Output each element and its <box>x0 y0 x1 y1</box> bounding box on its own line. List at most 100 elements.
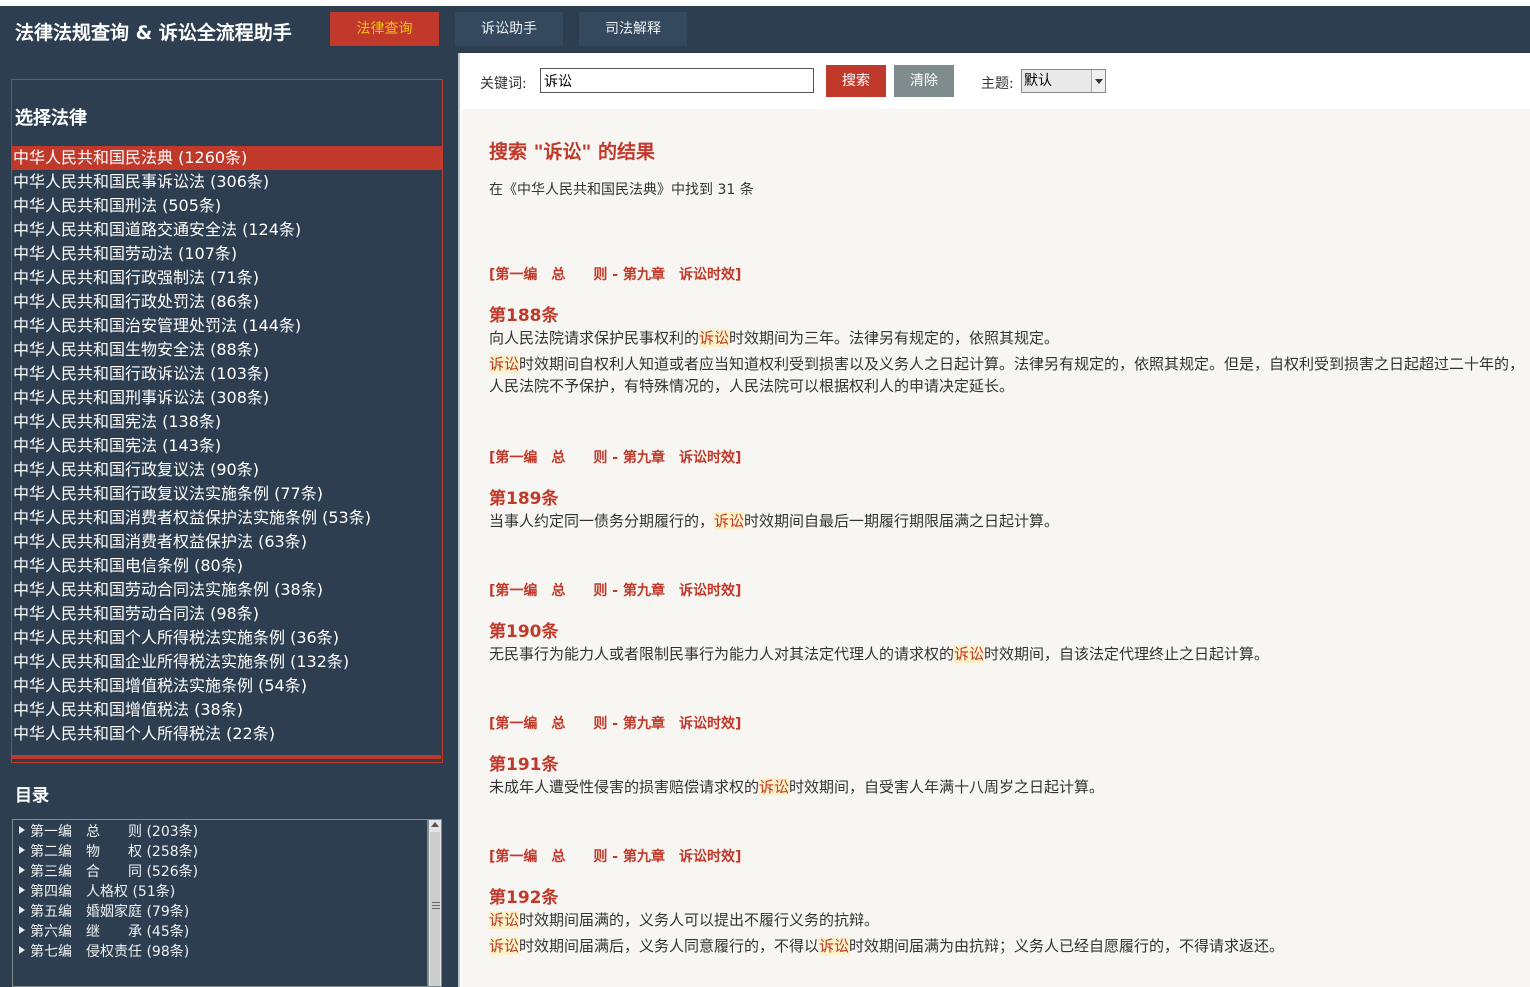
app-title: 法律法规查询 & 诉讼全流程助手 <box>15 22 292 44</box>
article-number[interactable]: 第191条 <box>489 750 1530 775</box>
toc-item[interactable]: 第六编 继 承 (45条) <box>13 922 427 942</box>
tab-judicial-interpretation[interactable]: 司法解释 <box>579 12 687 46</box>
toc-item-label: 第二编 物 权 (258条) <box>30 844 199 860</box>
toc-item-label: 第四编 人格权 (51条) <box>30 884 176 900</box>
law-list-item[interactable]: 中华人民共和国增值税法实施条例 (54条) <box>12 674 442 698</box>
law-list-item[interactable]: 中华人民共和国行政复议法实施条例 (77条) <box>12 482 442 506</box>
toc-item-label: 第三编 合 同 (526条) <box>30 864 199 880</box>
paragraph-text: 无民事行为能力人或者限制民事行为能力人对其法定代理人的请求权的 <box>489 645 955 663</box>
law-list-item[interactable]: 中华人民共和国行政强制法 (71条) <box>12 266 442 290</box>
law-list-item[interactable]: 中华人民共和国企业所得税法实施条例 (132条) <box>12 650 442 674</box>
chevron-down-icon[interactable] <box>1091 70 1105 92</box>
keyword-input[interactable] <box>540 68 814 93</box>
search-result-article: [第一编 总 则 - 第九章 诉讼时效] 第190条 无民事行为能力人或者限制民事行… <box>489 580 1530 665</box>
law-list-item[interactable]: 中华人民共和国道路交通安全法 (124条) <box>12 218 442 242</box>
toc-scrollbar[interactable] <box>428 819 442 987</box>
article-number[interactable]: 第189条 <box>489 484 1530 509</box>
law-list-item[interactable]: 中华人民共和国民法典 (1260条) <box>12 146 442 170</box>
toc-item[interactable]: 第五编 婚姻家庭 (79条) <box>13 902 427 922</box>
panel-divider <box>11 755 441 759</box>
search-result-article: [第一编 总 则 - 第九章 诉讼时效] 第189条 当事人约定同一债务分期履行的，… <box>489 447 1530 532</box>
toc-item[interactable]: 第一编 总 则 (203条) <box>13 822 427 842</box>
article-paragraph: 当事人约定同一债务分期履行的，诉讼时效期间自最后一期履行期限届满之日起计算。 <box>489 510 1530 532</box>
search-button[interactable]: 搜索 <box>826 65 886 97</box>
paragraph-text: 时效期间届满的，义务人可以提出不履行义务的抗辩。 <box>519 911 880 929</box>
law-list-item[interactable]: 中华人民共和国消费者权益保护法实施条例 (53条) <box>12 506 442 530</box>
tab-litigation-assistant[interactable]: 诉讼助手 <box>455 12 563 46</box>
law-list-item[interactable]: 中华人民共和国行政诉讼法 (103条) <box>12 362 442 386</box>
sidebar: 选择法律 中华人民共和国民法典 (1260条) 中华人民共和国民事诉讼法 (306… <box>0 53 460 987</box>
law-selection-panel: 选择法律 中华人民共和国民法典 (1260条) 中华人民共和国民事诉讼法 (306… <box>11 79 443 763</box>
keyword-highlight: 诉讼 <box>699 329 730 347</box>
article-paragraph: 无民事行为能力人或者限制民事行为能力人对其法定代理人的请求权的诉讼时效期间，自该… <box>489 643 1530 665</box>
tab-law-query[interactable]: 法律查询 <box>330 12 439 46</box>
search-bar: 关键词: 搜索 清除 主题: 默认 <box>462 53 1530 109</box>
law-list-item[interactable]: 中华人民共和国增值税法 (38条) <box>12 698 442 722</box>
expand-triangle-icon[interactable] <box>19 826 25 834</box>
keyword-label: 关键词: <box>480 76 527 92</box>
expand-triangle-icon[interactable] <box>19 906 25 914</box>
toc-item-label: 第五编 婚姻家庭 (79条) <box>30 904 190 920</box>
law-list-item[interactable]: 中华人民共和国劳动合同法实施条例 (38条) <box>12 578 442 602</box>
paragraph-text: 时效期间自最后一期履行期限届满之日起计算。 <box>744 512 1060 530</box>
expand-triangle-icon[interactable] <box>19 926 25 934</box>
article-paragraph: 向人民法院请求保护民事权利的诉讼时效期间为三年。法律另有规定的，依照其规定。 <box>489 327 1530 349</box>
keyword-highlight: 诉讼 <box>714 512 745 530</box>
expand-triangle-icon[interactable] <box>19 866 25 874</box>
article-paragraph: 诉讼时效期间届满后，义务人同意履行的，不得以诉讼时效期间届满为由抗辩；义务人已经… <box>489 935 1530 957</box>
law-list-item[interactable]: 中华人民共和国消费者权益保护法 (63条) <box>12 530 442 554</box>
law-list-item[interactable]: 中华人民共和国个人所得税法实施条例 (36条) <box>12 626 442 650</box>
law-list-item[interactable]: 中华人民共和国个人所得税法 (22条) <box>12 722 442 746</box>
article-path: [第一编 总 则 - 第九章 诉讼时效] <box>489 716 742 732</box>
paragraph-text: 时效期间自权利人知道或者应当知道权利受到损害以及义务人之日起计算。法律另有规定的… <box>489 355 1525 395</box>
law-list-item[interactable]: 中华人民共和国劳动法 (107条) <box>12 242 442 266</box>
law-list-item[interactable]: 中华人民共和国生物安全法 (88条) <box>12 338 442 362</box>
toc-tree[interactable]: 第一编 总 则 (203条) 第二编 物 权 (258条) 第三编 合 同 (526… <box>12 819 428 987</box>
article-paragraph: 未成年人遭受性侵害的损害赔偿请求权的诉讼时效期间，自受害人年满十八周岁之日起计算… <box>489 776 1530 798</box>
article-number[interactable]: 第188条 <box>489 301 1530 326</box>
law-list-item[interactable]: 中华人民共和国电信条例 (80条) <box>12 554 442 578</box>
toc-item-label: 第一编 总 则 (203条) <box>30 824 199 840</box>
law-list[interactable]: 中华人民共和国民法典 (1260条) 中华人民共和国民事诉讼法 (306条) 中华人… <box>12 146 442 746</box>
article-paragraph: 诉讼时效期间自权利人知道或者应当知道权利受到损害以及义务人之日起计算。法律另有规… <box>489 353 1530 397</box>
toc-item-label: 第七编 侵权责任 (98条) <box>30 944 190 960</box>
expand-triangle-icon[interactable] <box>19 946 25 954</box>
law-list-item[interactable]: 中华人民共和国宪法 (138条) <box>12 410 442 434</box>
theme-select[interactable]: 默认 <box>1021 69 1106 93</box>
scroll-thumb[interactable] <box>430 832 440 986</box>
law-list-item[interactable]: 中华人民共和国行政处罚法 (86条) <box>12 290 442 314</box>
results-title: 搜索 "诉讼" 的结果 <box>489 141 656 163</box>
main-content: 关键词: 搜索 清除 主题: 默认 搜索 "诉讼" 的结果 在《中华人民共和国民… <box>462 53 1530 987</box>
toc-item-label: 第六编 继 承 (45条) <box>30 924 190 940</box>
keyword-highlight: 诉讼 <box>489 911 520 929</box>
article-path: [第一编 总 则 - 第九章 诉讼时效] <box>489 267 742 283</box>
search-result-article: [第一编 总 则 - 第九章 诉讼时效] 第188条 向人民法院请求保护民事权利的诉… <box>489 264 1530 397</box>
law-list-item[interactable]: 中华人民共和国民事诉讼法 (306条) <box>12 170 442 194</box>
article-paragraph: 诉讼时效期间届满的，义务人可以提出不履行义务的抗辩。 <box>489 909 1530 931</box>
article-path: [第一编 总 则 - 第九章 诉讼时效] <box>489 849 742 865</box>
keyword-highlight: 诉讼 <box>489 355 520 373</box>
expand-triangle-icon[interactable] <box>19 846 25 854</box>
law-list-item[interactable]: 中华人民共和国行政复议法 (90条) <box>12 458 442 482</box>
paragraph-text: 时效期间，自该法定代理终止之日起计算。 <box>984 645 1270 663</box>
toc-item[interactable]: 第三编 合 同 (526条) <box>13 862 427 882</box>
law-list-item[interactable]: 中华人民共和国治安管理处罚法 (144条) <box>12 314 442 338</box>
search-result-article: [第一编 总 则 - 第九章 诉讼时效] 第191条 未成年人遭受性侵害的损害赔偿请… <box>489 713 1530 798</box>
law-panel-title: 选择法律 <box>15 108 87 129</box>
expand-triangle-icon[interactable] <box>19 886 25 894</box>
clear-button[interactable]: 清除 <box>894 65 954 97</box>
law-list-item[interactable]: 中华人民共和国刑法 (505条) <box>12 194 442 218</box>
law-list-item[interactable]: 中华人民共和国刑事诉讼法 (308条) <box>12 386 442 410</box>
article-number[interactable]: 第192条 <box>489 883 1530 908</box>
article-number[interactable]: 第190条 <box>489 617 1530 642</box>
scroll-up-arrow-icon[interactable] <box>431 822 439 827</box>
paragraph-text: 向人民法院请求保护民事权利的 <box>489 329 700 347</box>
law-list-item[interactable]: 中华人民共和国劳动合同法 (98条) <box>12 602 442 626</box>
article-path: [第一编 总 则 - 第九章 诉讼时效] <box>489 583 742 599</box>
app-header: 法律法规查询 & 诉讼全流程助手 法律查询 诉讼助手 司法解释 <box>0 6 1530 53</box>
toc-item[interactable]: 第二编 物 权 (258条) <box>13 842 427 862</box>
law-list-item[interactable]: 中华人民共和国宪法 (143条) <box>12 434 442 458</box>
toc-item[interactable]: 第四编 人格权 (51条) <box>13 882 427 902</box>
toc-item[interactable]: 第七编 侵权责任 (98条) <box>13 942 427 962</box>
paragraph-text: 当事人约定同一债务分期履行的， <box>489 512 715 530</box>
